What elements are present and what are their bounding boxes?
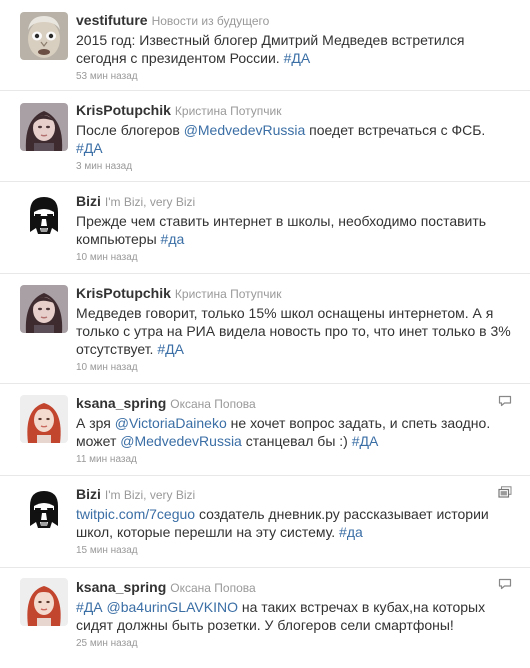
tweet-header: ksana_spring Оксана Попова	[76, 579, 530, 596]
vader-avatar[interactable]	[20, 486, 68, 534]
tweet-text-segment: поедет встречаться с ФСБ.	[305, 122, 486, 138]
tweet-header: KrisPotupchik Кристина Потупчик	[76, 102, 530, 119]
timestamp[interactable]: 25 мин назад	[76, 637, 530, 651]
tweet-header: ksana_spring Оксана Попова	[76, 395, 530, 412]
screen-name[interactable]: KrisPotupchik	[76, 102, 171, 118]
tweet-text-segment: Медведев говорит, только 15% школ оснаще…	[76, 305, 511, 357]
tweet-text: 2015 год: Известный блогер Дмитрий Медве…	[76, 31, 530, 67]
tweet-item[interactable]: ksana_spring Оксана Попова А зря @Victori…	[0, 384, 530, 476]
redhead-avatar[interactable]	[20, 578, 68, 626]
screen-name[interactable]: Bizi	[76, 193, 101, 209]
hashtag-link[interactable]: #ДА	[284, 50, 311, 66]
full-name: I'm Bizi, very Bizi	[104, 195, 196, 209]
tweet-item[interactable]: Bizi I'm Bizi, very Bizi Прежде чем стави…	[0, 182, 530, 274]
full-name: I'm Bizi, very Bizi	[104, 488, 196, 502]
tweet-text: А зря @VictoriaDaineko не хочет вопрос з…	[76, 414, 530, 450]
tweet-item[interactable]: KrisPotupchik Кристина Потупчик После бло…	[0, 91, 530, 182]
tweet-item[interactable]: ksana_spring Оксана Попова #ДА @ba4urinGL…	[0, 568, 530, 668]
tweet-text: #ДА @ba4urinGLAVKINO на таких встречах в…	[76, 598, 530, 634]
screen-name[interactable]: ksana_spring	[76, 579, 166, 595]
tweet-item[interactable]: vestifuture Новости из будущего 2015 год:…	[0, 0, 530, 91]
tweet-header: vestifuture Новости из будущего	[76, 12, 530, 29]
full-name: Оксана Попова	[170, 581, 256, 595]
screen-name[interactable]: KrisPotupchik	[76, 285, 171, 301]
tweet-header: KrisPotupchik Кристина Потупчик	[76, 285, 530, 302]
tweet-text: Медведев говорит, только 15% школ оснаще…	[76, 304, 530, 358]
reply-bubble-icon[interactable]	[498, 394, 512, 407]
timestamp[interactable]: 3 мин назад	[76, 160, 530, 174]
hashtag-link[interactable]: #ДА	[76, 599, 103, 615]
reply-bubble-icon[interactable]	[498, 577, 512, 590]
vader-avatar[interactable]	[20, 192, 68, 240]
url-link[interactable]: twitpic.com/7ceguo	[76, 506, 195, 522]
tweet-text-segment: После блогеров	[76, 122, 184, 138]
tweet-text: twitpic.com/7ceguo создатель дневник.ру …	[76, 505, 530, 541]
mention-link[interactable]: @MedvedevRussia	[120, 433, 242, 449]
tweet-text-segment: 2015 год: Известный блогер Дмитрий Медве…	[76, 32, 465, 66]
tweet-text-segment: станцевал бы :)	[241, 433, 352, 449]
full-name: Новости из будущего	[151, 14, 270, 28]
tweet-header: Bizi I'm Bizi, very Bizi	[76, 193, 530, 210]
hashtag-link[interactable]: #ДА	[352, 433, 379, 449]
tweet-text-segment: Прежде чем ставить интернет в школы, нео…	[76, 213, 487, 247]
media-photo-icon[interactable]	[498, 485, 512, 498]
timestamp[interactable]: 10 мин назад	[76, 251, 530, 265]
tweet-feed: vestifuture Новости из будущего 2015 год:…	[0, 0, 530, 668]
screen-name[interactable]: vestifuture	[76, 12, 148, 28]
screen-name[interactable]: Bizi	[76, 486, 101, 502]
timestamp[interactable]: 10 мин назад	[76, 361, 530, 375]
mention-link[interactable]: @VictoriaDaineko	[115, 415, 227, 431]
tweet-item[interactable]: KrisPotupchik Кристина Потупчик Медведев …	[0, 274, 530, 384]
timestamp[interactable]: 11 мин назад	[76, 453, 530, 467]
woman-avatar[interactable]	[20, 285, 68, 333]
timestamp[interactable]: 53 мин назад	[76, 70, 530, 84]
tweet-text-segment: А зря	[76, 415, 115, 431]
hashtag-link[interactable]: #да	[161, 231, 185, 247]
full-name: Оксана Попова	[170, 397, 256, 411]
screen-name[interactable]: ksana_spring	[76, 395, 166, 411]
hashtag-link[interactable]: #ДА	[76, 140, 103, 156]
full-name: Кристина Потупчик	[174, 287, 282, 301]
hashtag-link[interactable]: #ДА	[157, 341, 184, 357]
mention-link[interactable]: @ba4urinGLAVKINO	[107, 599, 238, 615]
redhead-avatar[interactable]	[20, 395, 68, 443]
tweet-item[interactable]: Bizi I'm Bizi, very Bizi twitpic.com/7ceg…	[0, 476, 530, 568]
hashtag-link[interactable]: #да	[339, 524, 363, 540]
tweet-text: Прежде чем ставить интернет в школы, нео…	[76, 212, 530, 248]
face-avatar[interactable]	[20, 12, 68, 60]
timestamp[interactable]: 15 мин назад	[76, 544, 530, 558]
tweet-text: После блогеров @MedvedevRussia поедет вс…	[76, 121, 530, 157]
tweet-header: Bizi I'm Bizi, very Bizi	[76, 486, 530, 503]
woman-avatar[interactable]	[20, 103, 68, 151]
mention-link[interactable]: @MedvedevRussia	[184, 122, 306, 138]
full-name: Кристина Потупчик	[174, 104, 282, 118]
